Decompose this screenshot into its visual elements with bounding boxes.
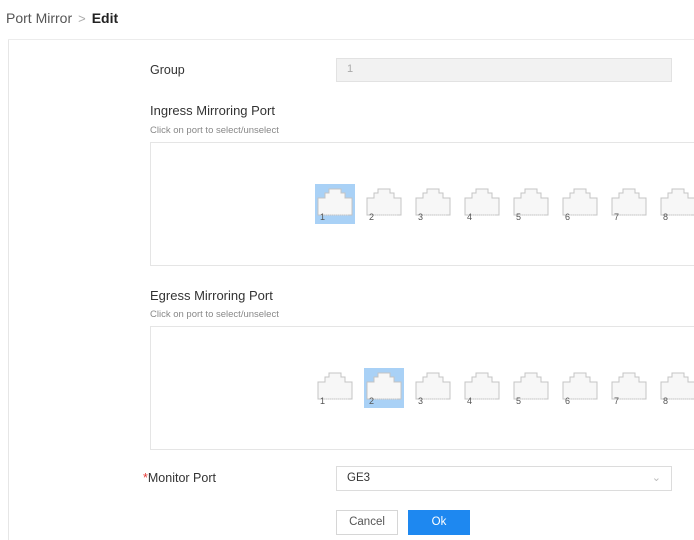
ingress-port-5[interactable]: 5 [511,184,551,224]
monitor-port-select[interactable]: GE3 ⌄ [336,466,672,491]
port-number: 1 [320,396,326,406]
ingress-port-7[interactable]: 7 [609,184,649,224]
header-divider [8,39,694,40]
port-number: 3 [418,396,424,406]
breadcrumb-parent-link[interactable]: Port Mirror [6,10,72,26]
breadcrumb-separator: > [78,11,86,26]
monitor-port-label-text: Monitor Port [147,471,216,485]
port-number: 6 [565,212,571,222]
monitor-port-label: *Monitor Port [143,471,216,485]
cancel-button[interactable]: Cancel [336,510,398,535]
ingress-port-3[interactable]: 3 [413,184,453,224]
port-number: 6 [565,396,571,406]
ingress-hint: Click on port to select/unselect [150,125,279,136]
port-number: 4 [467,212,473,222]
group-label: Group [150,63,185,77]
group-input: 1 [336,58,672,82]
egress-title: Egress Mirroring Port [150,288,273,303]
ingress-port-2[interactable]: 2 [364,184,404,224]
port-number: 4 [467,396,473,406]
ingress-port-6[interactable]: 6 [560,184,600,224]
monitor-port-value: GE3 [347,472,371,484]
chevron-down-icon: ⌄ [651,472,661,484]
port-number: 8 [663,212,669,222]
ok-button[interactable]: Ok [408,510,470,535]
egress-port-panel: 1 2 3 4 5 6 7 8 [150,326,694,450]
egress-port-8[interactable]: 8 [658,368,694,408]
port-number: 5 [516,396,522,406]
content-left-border [8,40,9,540]
egress-port-1[interactable]: 1 [315,368,355,408]
port-number: 2 [369,212,375,222]
egress-port-3[interactable]: 3 [413,368,453,408]
egress-port-4[interactable]: 4 [462,368,502,408]
egress-port-6[interactable]: 6 [560,368,600,408]
egress-port-2[interactable]: 2 [364,368,404,408]
ingress-port-panel: 1 2 3 4 5 6 7 8 [150,142,694,266]
ingress-port-1[interactable]: 1 [315,184,355,224]
port-number: 2 [369,396,375,406]
port-number: 8 [663,396,669,406]
port-number: 1 [320,212,326,222]
port-number: 5 [516,212,522,222]
egress-port-5[interactable]: 5 [511,368,551,408]
breadcrumb-current: Edit [91,10,119,26]
port-number: 7 [614,396,620,406]
port-number: 3 [418,212,424,222]
ingress-title: Ingress Mirroring Port [150,103,275,118]
port-number: 7 [614,212,620,222]
egress-hint: Click on port to select/unselect [150,309,279,320]
ingress-port-8[interactable]: 8 [658,184,694,224]
breadcrumb: Port Mirror > Edit [6,10,118,26]
egress-port-7[interactable]: 7 [609,368,649,408]
ingress-port-4[interactable]: 4 [462,184,502,224]
